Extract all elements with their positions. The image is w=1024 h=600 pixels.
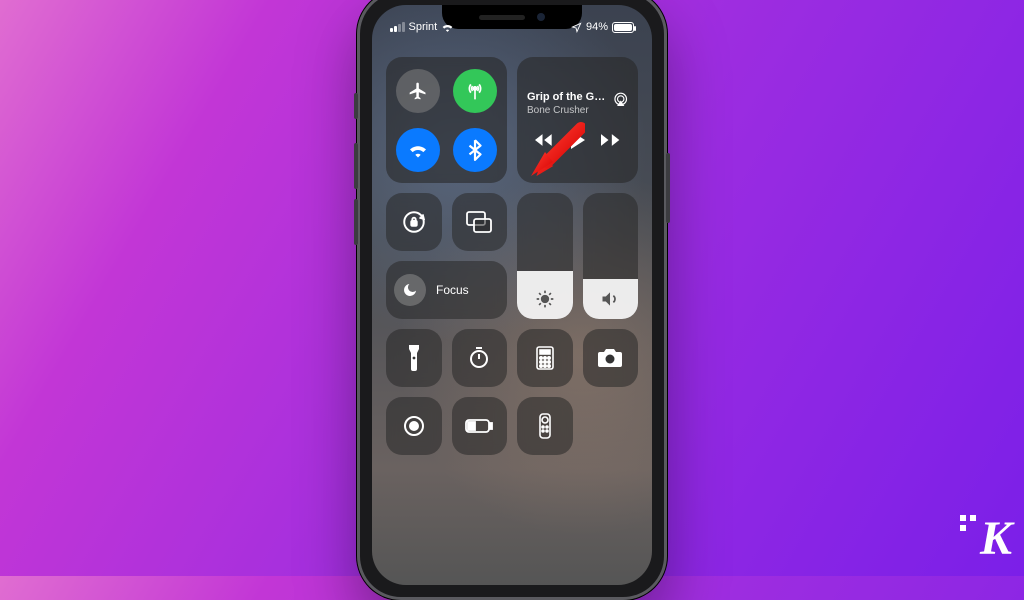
remote-icon <box>539 413 551 439</box>
camera-button[interactable] <box>583 329 639 387</box>
bluetooth-icon <box>468 139 482 161</box>
media-title: Grip of the Gr… <box>527 91 607 105</box>
phone-screen: Sprint 94% <box>372 5 652 585</box>
bluetooth-toggle[interactable] <box>453 128 497 172</box>
battery-icon <box>612 22 634 33</box>
apple-tv-remote-button[interactable] <box>517 397 573 455</box>
volume-down-button[interactable] <box>354 199 358 245</box>
watermark-logo: K <box>980 511 1010 566</box>
orientation-lock-toggle[interactable] <box>386 193 442 251</box>
airplay-icon[interactable] <box>613 91 628 107</box>
cellular-data-toggle[interactable] <box>453 69 497 113</box>
volume-icon <box>600 289 620 309</box>
cellular-signal-icon <box>390 22 405 32</box>
connectivity-module[interactable] <box>386 57 507 183</box>
brightness-slider[interactable] <box>517 193 573 319</box>
low-power-icon <box>465 419 493 433</box>
battery-percent-label: 94% <box>586 21 608 33</box>
timer-button[interactable] <box>452 329 508 387</box>
calculator-button[interactable] <box>517 329 573 387</box>
timer-icon <box>467 346 491 370</box>
volume-slider[interactable] <box>583 193 639 319</box>
flashlight-button[interactable] <box>386 329 442 387</box>
camera-icon <box>597 348 623 368</box>
wifi-toggle[interactable] <box>396 128 440 172</box>
orientation-lock-icon <box>401 209 427 235</box>
status-bar: Sprint 94% <box>372 9 652 39</box>
wifi-status-icon <box>441 22 454 32</box>
play-icon[interactable] <box>570 131 586 149</box>
carrier-label: Sprint <box>409 21 438 33</box>
phone-frame: Sprint 94% <box>357 0 667 600</box>
flashlight-icon <box>407 345 421 371</box>
media-module[interactable]: Grip of the Gr… Bone Crusher <box>517 57 638 183</box>
media-artist: Bone Crusher <box>527 105 607 118</box>
screen-record-button[interactable] <box>386 397 442 455</box>
power-button[interactable] <box>666 153 670 223</box>
low-power-button[interactable] <box>452 397 508 455</box>
screen-mirroring-icon <box>466 211 492 233</box>
airplane-mode-toggle[interactable] <box>396 69 440 113</box>
location-icon <box>571 22 582 33</box>
screen-record-icon <box>402 414 426 438</box>
focus-button[interactable]: Focus <box>386 261 507 319</box>
forward-icon[interactable] <box>601 133 621 147</box>
control-center: Grip of the Gr… Bone Crusher <box>386 57 638 571</box>
wifi-icon <box>408 141 428 159</box>
calculator-icon <box>536 346 554 370</box>
rewind-icon[interactable] <box>535 133 555 147</box>
volume-up-button[interactable] <box>354 143 358 189</box>
mute-switch[interactable] <box>354 93 358 119</box>
watermark-dots <box>960 515 976 531</box>
antenna-icon <box>465 81 485 101</box>
watermark-letter: K <box>980 512 1010 565</box>
focus-label: Focus <box>436 283 469 297</box>
airplane-icon <box>408 81 428 101</box>
screen-mirroring-button[interactable] <box>452 193 508 251</box>
moon-icon <box>394 274 426 306</box>
brightness-icon <box>535 289 555 309</box>
